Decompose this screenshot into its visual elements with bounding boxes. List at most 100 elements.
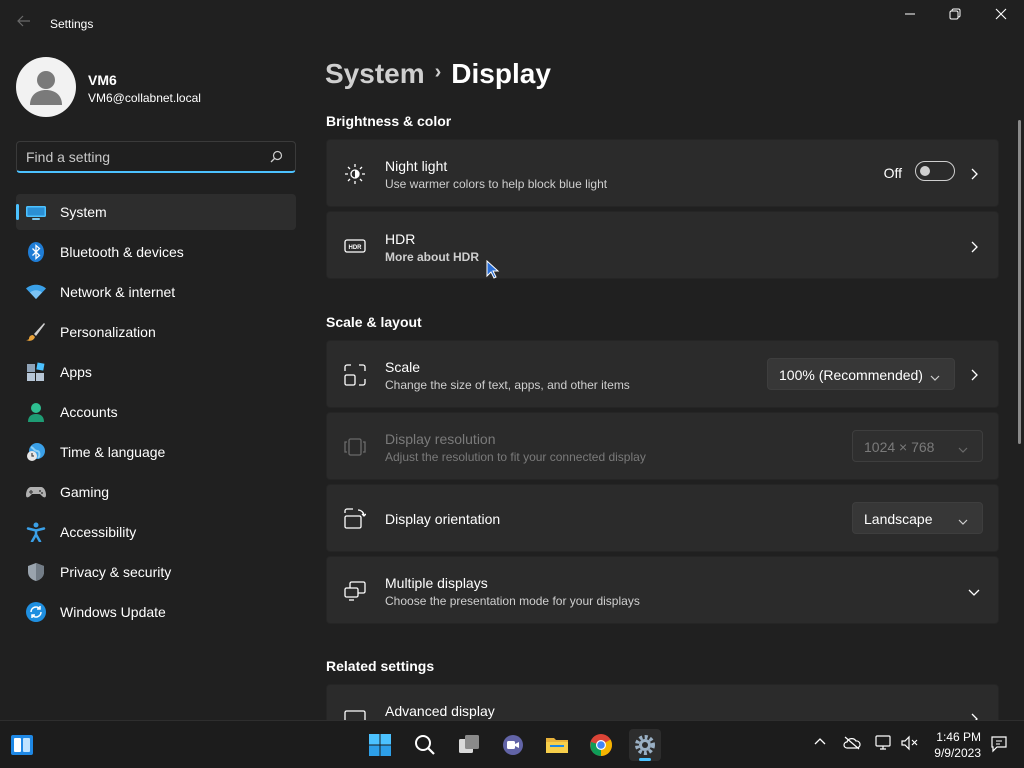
show-hidden-icons-chevron-up-icon[interactable]	[813, 735, 827, 754]
advanced-display-card[interactable]: Advanced display	[326, 684, 999, 720]
clock-time: 1:46 PM	[936, 730, 981, 744]
sidebar-item-gaming[interactable]: Gaming	[16, 474, 296, 510]
file-explorer-button[interactable]	[541, 729, 573, 761]
scale-dropdown[interactable]: 100% (Recommended)	[767, 358, 955, 390]
orientation-dropdown[interactable]: Landscape	[852, 502, 983, 534]
task-view-button[interactable]	[453, 729, 485, 761]
search-box[interactable]	[16, 141, 296, 173]
accounts-icon	[26, 402, 46, 422]
resolution-title: Display resolution	[385, 431, 496, 447]
widgets-icon	[11, 735, 33, 755]
shield-icon	[26, 562, 46, 582]
windows-logo-icon	[369, 734, 391, 756]
display-orientation-card[interactable]: Display orientation Landscape	[326, 484, 999, 552]
sidebar-item-privacy-security[interactable]: Privacy & security	[16, 554, 296, 590]
chevron-down-icon	[930, 370, 940, 386]
system-icon	[26, 202, 46, 222]
sidebar-item-label: Accounts	[60, 404, 118, 420]
chrome-icon	[590, 734, 612, 756]
section-scale-layout: Scale & layout	[326, 314, 422, 330]
more-about-hdr-link[interactable]: More about HDR	[385, 250, 479, 264]
orientation-value: Landscape	[864, 511, 933, 527]
widgets-button[interactable]	[6, 729, 38, 761]
sidebar-item-label: Accessibility	[60, 524, 137, 540]
minimize-icon	[905, 13, 915, 15]
back-arrow-icon	[17, 15, 30, 27]
night-light-state: Off	[883, 165, 902, 181]
network-icon[interactable]	[874, 735, 892, 756]
breadcrumb: System › Display	[325, 58, 551, 90]
chevron-down-icon[interactable]	[968, 585, 980, 597]
page-title: Display	[451, 58, 551, 89]
sidebar-item-accounts[interactable]: Accounts	[16, 394, 296, 430]
update-icon	[26, 602, 46, 622]
search-input[interactable]	[26, 148, 266, 166]
accessibility-icon	[26, 522, 46, 543]
sidebar-item-system[interactable]: System	[16, 194, 296, 230]
user-profile[interactable]: VM6 VM6@collabnet.local	[16, 57, 296, 117]
back-button[interactable]	[14, 14, 34, 34]
multiple-displays-subtitle: Choose the presentation mode for your di…	[385, 594, 640, 608]
notifications-icon[interactable]	[990, 735, 1008, 758]
avatar	[16, 57, 76, 117]
chat-icon	[503, 735, 523, 755]
search-icon[interactable]	[270, 150, 283, 168]
folder-icon	[546, 738, 568, 753]
night-light-toggle[interactable]	[915, 161, 955, 181]
sidebar-item-label: Personalization	[60, 324, 156, 340]
restore-icon	[949, 8, 961, 20]
close-button[interactable]	[986, 8, 1016, 26]
resolution-dropdown: 1024 × 768	[852, 430, 983, 462]
sidebar-item-bluetooth[interactable]: Bluetooth & devices	[16, 234, 296, 270]
sidebar-item-label: Gaming	[60, 484, 110, 500]
night-light-title: Night light	[385, 158, 448, 174]
chevron-right-icon[interactable]	[968, 167, 980, 180]
active-indicator	[639, 758, 651, 761]
display-resolution-card: Display resolution Adjust the resolution…	[326, 412, 999, 480]
start-button[interactable]	[364, 729, 396, 761]
resolution-icon	[344, 436, 366, 458]
scrollbar[interactable]	[1018, 120, 1021, 444]
breadcrumb-parent[interactable]: System	[325, 58, 425, 89]
minimize-button[interactable]	[895, 8, 925, 26]
hdr-card[interactable]: HDR HDR More about HDR	[326, 211, 999, 279]
teams-chat-button[interactable]	[497, 729, 529, 761]
chrome-button[interactable]	[585, 729, 617, 761]
sidebar-item-accessibility[interactable]: Accessibility	[16, 514, 296, 550]
clock-date: 9/9/2023	[934, 746, 981, 760]
globe-clock-icon	[26, 442, 46, 462]
sidebar-item-windows-update[interactable]: Windows Update	[16, 594, 296, 630]
scale-card[interactable]: Scale Change the size of text, apps, and…	[326, 340, 999, 408]
orientation-icon	[344, 508, 367, 530]
bluetooth-icon	[26, 242, 46, 262]
sidebar-item-personalization[interactable]: Personalization	[16, 314, 296, 350]
sidebar-item-apps[interactable]: Apps	[16, 354, 296, 390]
apps-icon	[26, 362, 46, 382]
section-brightness-color: Brightness & color	[326, 113, 452, 129]
controller-icon	[26, 482, 46, 502]
sidebar-item-network[interactable]: Network & internet	[16, 274, 296, 310]
sidebar-item-label: Time & language	[60, 444, 166, 460]
multiple-displays-icon	[344, 580, 366, 602]
sidebar-item-label: Bluetooth & devices	[60, 244, 184, 260]
chevron-right-icon[interactable]	[968, 368, 980, 381]
settings-taskbar-button[interactable]	[629, 729, 661, 761]
scale-icon	[344, 364, 366, 386]
orientation-title: Display orientation	[385, 511, 501, 527]
toggle-knob	[920, 166, 930, 176]
restore-button[interactable]	[940, 8, 970, 26]
sidebar-item-time-language[interactable]: Time & language	[16, 434, 296, 470]
sidebar-item-label: System	[60, 204, 107, 220]
multiple-displays-card[interactable]: Multiple displays Choose the presentatio…	[326, 556, 999, 624]
hdr-icon: HDR	[344, 235, 366, 257]
chevron-right-icon[interactable]	[968, 240, 980, 253]
close-icon	[995, 8, 1007, 20]
volume-muted-icon[interactable]	[901, 735, 919, 756]
settings-window: Settings VM6 VM6@collabnet.local Find a …	[0, 0, 1024, 720]
search-button[interactable]	[409, 729, 441, 761]
onedrive-offline-icon[interactable]	[843, 735, 861, 756]
chevron-right-icon[interactable]	[968, 712, 980, 720]
system-clock[interactable]: 1:46 PM 9/9/2023	[934, 729, 981, 761]
hdr-title: HDR	[385, 231, 416, 247]
night-light-card[interactable]: Night light Use warmer colors to help bl…	[326, 139, 999, 207]
